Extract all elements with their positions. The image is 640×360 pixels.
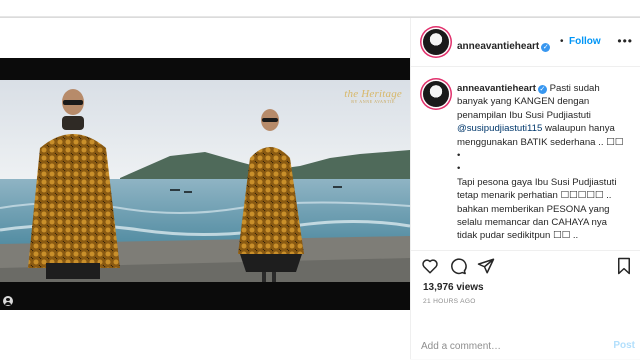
- caption-line: Tapi pesona gaya Ibu Susi Pudjiastuti: [457, 176, 617, 188]
- top-navigation-bar: [0, 0, 640, 17]
- post-video[interactable]: the Heritage BY ANNE AVANTIE: [0, 58, 410, 310]
- more-horizontal-icon[interactable]: •••: [617, 35, 633, 47]
- header-username[interactable]: anneavantieheart: [457, 41, 539, 52]
- follow-button[interactable]: Follow: [569, 36, 601, 47]
- share-icon[interactable]: [477, 257, 495, 275]
- post-header: anneavantieheart ✓ • Follow •••: [411, 18, 640, 67]
- post-sidebar: anneavantieheart ✓ • Follow ••• anneavant…: [410, 18, 640, 334]
- caption-line: •: [457, 163, 461, 175]
- tagged-user-icon[interactable]: [3, 296, 13, 306]
- caption-line: •: [457, 150, 461, 162]
- caption-username[interactable]: anneavantieheart: [457, 83, 536, 94]
- caption-line: bahkan memberikan PESONA yang: [457, 203, 610, 215]
- comment-input[interactable]: [421, 339, 601, 353]
- watermark-subtitle: BY ANNE AVANTIE: [351, 99, 396, 104]
- caption-text: Pasti sudah: [549, 83, 600, 94]
- header-username-wrap: anneavantieheart ✓: [457, 36, 551, 54]
- heart-icon[interactable]: [421, 257, 439, 275]
- caption-line: anneavantieheart ✓ Pasti sudah: [457, 82, 633, 95]
- heritage-watermark-logo: the Heritage BY ANNE AVANTIE: [344, 88, 402, 104]
- post-actions: 13,976 views 21 HOURS AGO: [411, 250, 640, 335]
- caption-line: menggunakan BATIK sederhana .. ☐☐: [457, 136, 624, 148]
- page-background-strip: [0, 334, 410, 360]
- caption-line: banyak yang KANGEN dengan: [457, 96, 590, 108]
- header-separator: •: [560, 36, 564, 47]
- verified-badge-icon: ✓: [537, 85, 547, 94]
- post-container: the Heritage BY ANNE AVANTIE anneavantie…: [0, 17, 640, 335]
- view-count[interactable]: 13,976 views: [423, 282, 484, 293]
- post-caption: anneavantieheart ✓ Pasti sudah banyak yan…: [457, 82, 633, 243]
- post-timestamp[interactable]: 21 HOURS AGO: [423, 298, 476, 305]
- caption-text: walaupun hanya: [544, 123, 615, 135]
- comments-area: anneavantieheart ✓ Pasti sudah banyak yan…: [411, 67, 640, 250]
- caption-line: tidak pudar sedikitpun ☐☐ ..: [457, 230, 579, 242]
- comment-icon[interactable]: [449, 257, 467, 275]
- caption-line: selalu memancar dan CAHAYA nya: [457, 217, 608, 229]
- post-media: the Heritage BY ANNE AVANTIE: [0, 18, 410, 334]
- caption-line: @susipudjiastuti115 walaupun hanya: [457, 122, 633, 135]
- bookmark-icon[interactable]: [615, 257, 633, 275]
- caption-line: penampilan Ibu Susi Pudjiastuti: [457, 109, 591, 121]
- avatar[interactable]: [423, 29, 449, 55]
- caption-line: tetap menarik perhatian ☐☐☐☐☐ ..: [457, 190, 612, 202]
- post-comment-button[interactable]: Post: [613, 340, 635, 351]
- caption-avatar[interactable]: [423, 81, 449, 107]
- verified-badge-icon: ✓: [541, 43, 551, 52]
- caption-mention-link[interactable]: @susipudjiastuti115: [457, 123, 542, 134]
- add-comment-bar: Post: [410, 333, 640, 359]
